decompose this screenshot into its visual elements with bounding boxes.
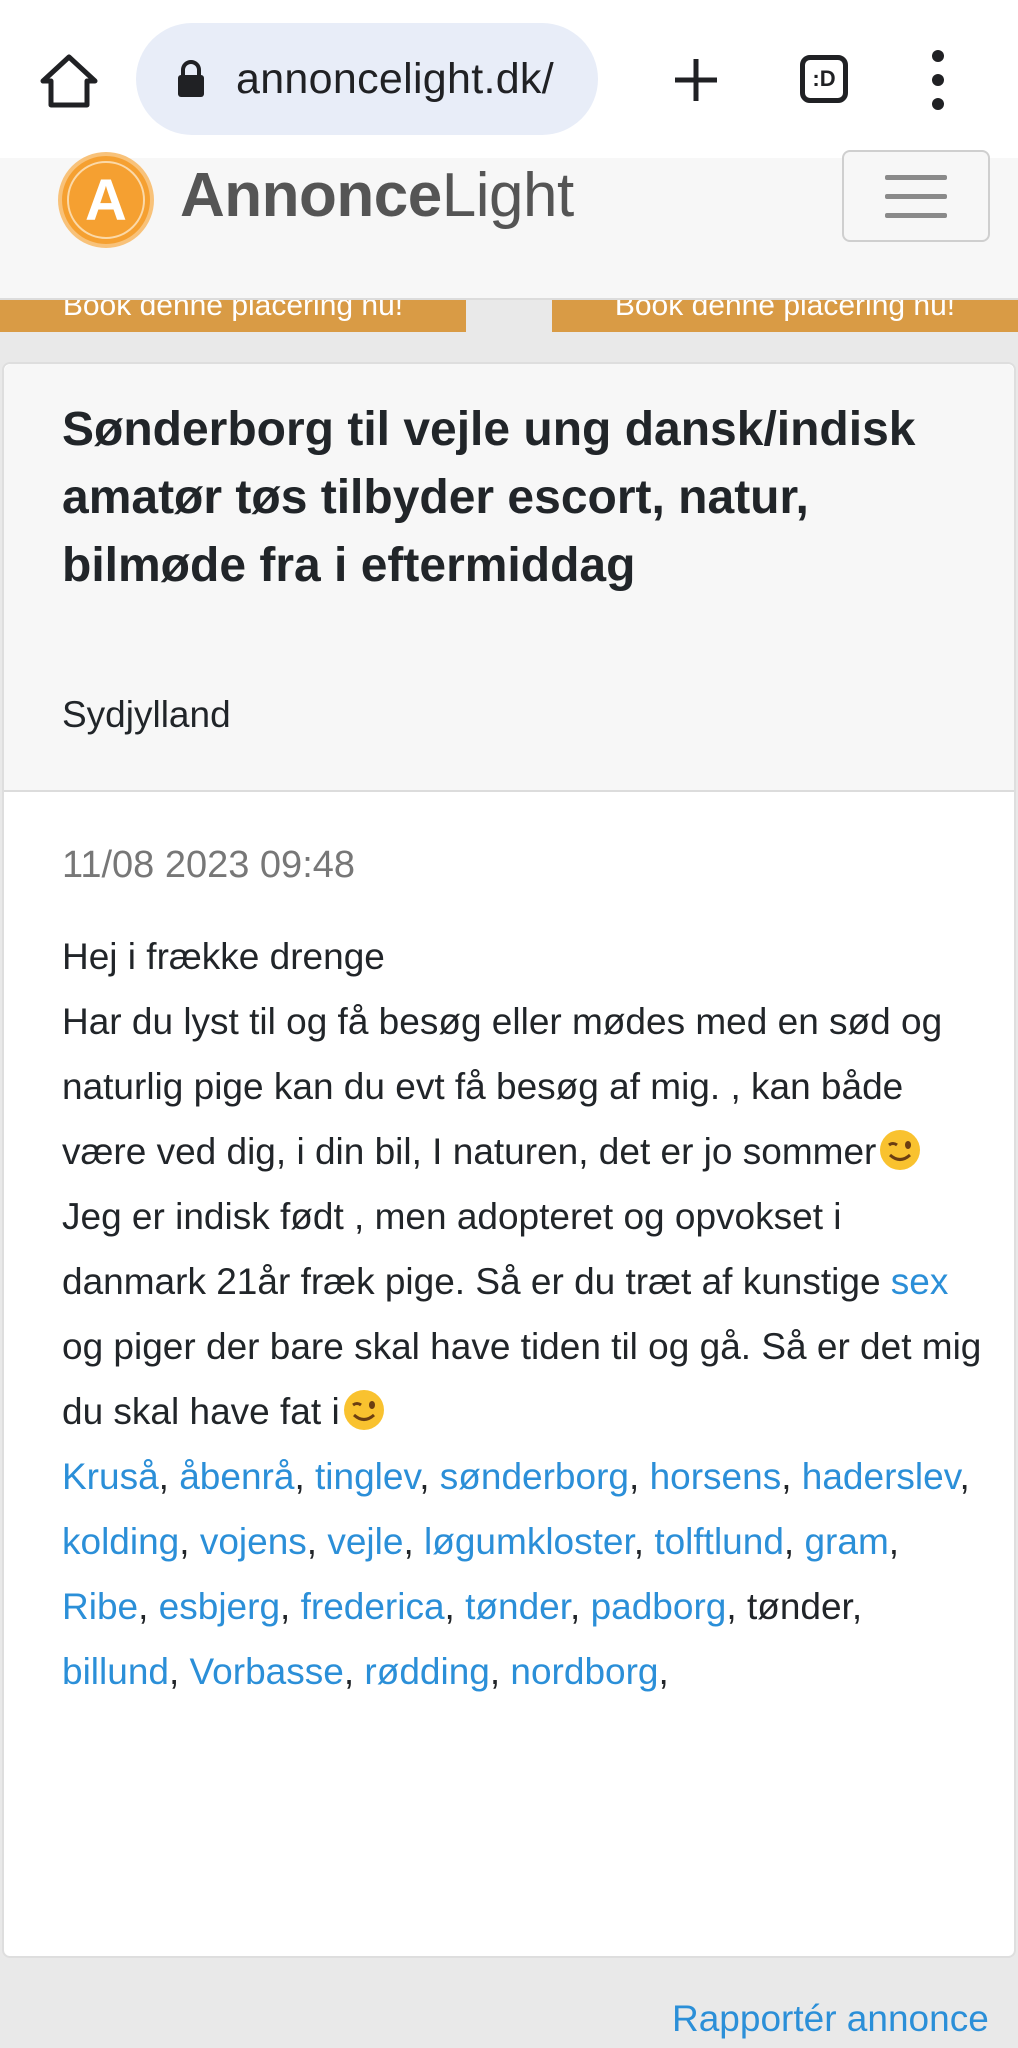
town-link[interactable]: Ribe (62, 1586, 138, 1627)
town-link[interactable]: sønderborg (440, 1456, 629, 1497)
browser-toolbar: annoncelight.dk/ :D (0, 0, 1018, 158)
ad-region: Sydjylland (62, 694, 231, 735)
ad-banner-right[interactable]: Book denne placering nu! (552, 300, 1018, 332)
ad-body-text: Har du lyst til og få besøg eller mødes … (62, 1001, 943, 1172)
ad-title: Sønderborg til vejle ung dansk/indisk am… (62, 403, 916, 592)
town-link[interactable]: tolftlund (654, 1521, 784, 1562)
town-link[interactable]: løgumkloster (424, 1521, 634, 1562)
ad-body: Hej i frække drenge Har du lyst til og f… (62, 924, 982, 1704)
winking-face-icon (343, 1390, 384, 1430)
winking-face-icon (880, 1130, 921, 1170)
ad-body-paragraph: Jeg er indisk født , men adopteret og op… (62, 1184, 982, 1444)
tab-switcher-button[interactable]: :D (800, 55, 848, 103)
town-link[interactable]: nordborg (510, 1651, 658, 1692)
report-ad-link[interactable]: Rapportér annonce (672, 1998, 989, 2040)
town-link[interactable]: billund (62, 1651, 169, 1692)
town-link[interactable]: haderslev (802, 1456, 960, 1497)
town-link[interactable]: Kruså (62, 1456, 159, 1497)
town-link[interactable]: padborg (591, 1586, 727, 1627)
town-link[interactable]: vejle (327, 1521, 403, 1562)
town-link[interactable]: horsens (650, 1456, 782, 1497)
town-link[interactable]: rødding (364, 1651, 489, 1692)
town-links: Kruså, åbenrå, tinglev, sønderborg, hors… (62, 1456, 970, 1692)
lock-icon (176, 57, 212, 101)
town-link[interactable]: tinglev (315, 1456, 419, 1497)
ad-banner-left[interactable]: Book denne placering nu! (0, 300, 466, 332)
nav-menu-button[interactable] (842, 150, 990, 242)
town-link[interactable]: åbenrå (179, 1456, 294, 1497)
url-text: annoncelight.dk/ (236, 54, 554, 103)
home-icon[interactable] (30, 46, 108, 116)
more-options-icon[interactable] (918, 44, 958, 116)
town-link[interactable]: Vorbasse (190, 1651, 344, 1692)
ad-body-line: Hej i frække drenge (62, 936, 385, 977)
svg-text:A: A (85, 168, 127, 233)
site-logo-text[interactable]: AnnonceLight (180, 160, 574, 231)
annoncelight-logo-icon[interactable]: A (56, 150, 156, 250)
town-link[interactable]: tønder (465, 1586, 570, 1627)
town-link[interactable]: esbjerg (159, 1586, 280, 1627)
ad-body-text: og piger der bare skal have tiden til og… (62, 1326, 982, 1432)
ad-timestamp: 11/08 2023 09:48 (62, 844, 356, 886)
town-text: tønder (746, 1586, 852, 1627)
town-link[interactable]: kolding (62, 1521, 179, 1562)
logo-text-light: Light (441, 161, 574, 230)
town-link[interactable]: vojens (200, 1521, 307, 1562)
ad-card-header: Sønderborg til vejle ung dansk/indisk am… (4, 364, 1014, 792)
ad-body-text: Jeg er indisk født , men adopteret og op… (62, 1196, 891, 1302)
ad-card: Sønderborg til vejle ung dansk/indisk am… (2, 362, 1016, 1958)
sex-link[interactable]: sex (891, 1261, 949, 1302)
town-link[interactable]: gram (804, 1521, 888, 1562)
address-bar[interactable]: annoncelight.dk/ (136, 23, 598, 135)
logo-text-bold: Annonce (180, 161, 442, 230)
new-tab-icon[interactable] (660, 44, 732, 116)
ad-body-paragraph: Har du lyst til og få besøg eller mødes … (62, 989, 982, 1184)
town-link[interactable]: frederica (301, 1586, 445, 1627)
